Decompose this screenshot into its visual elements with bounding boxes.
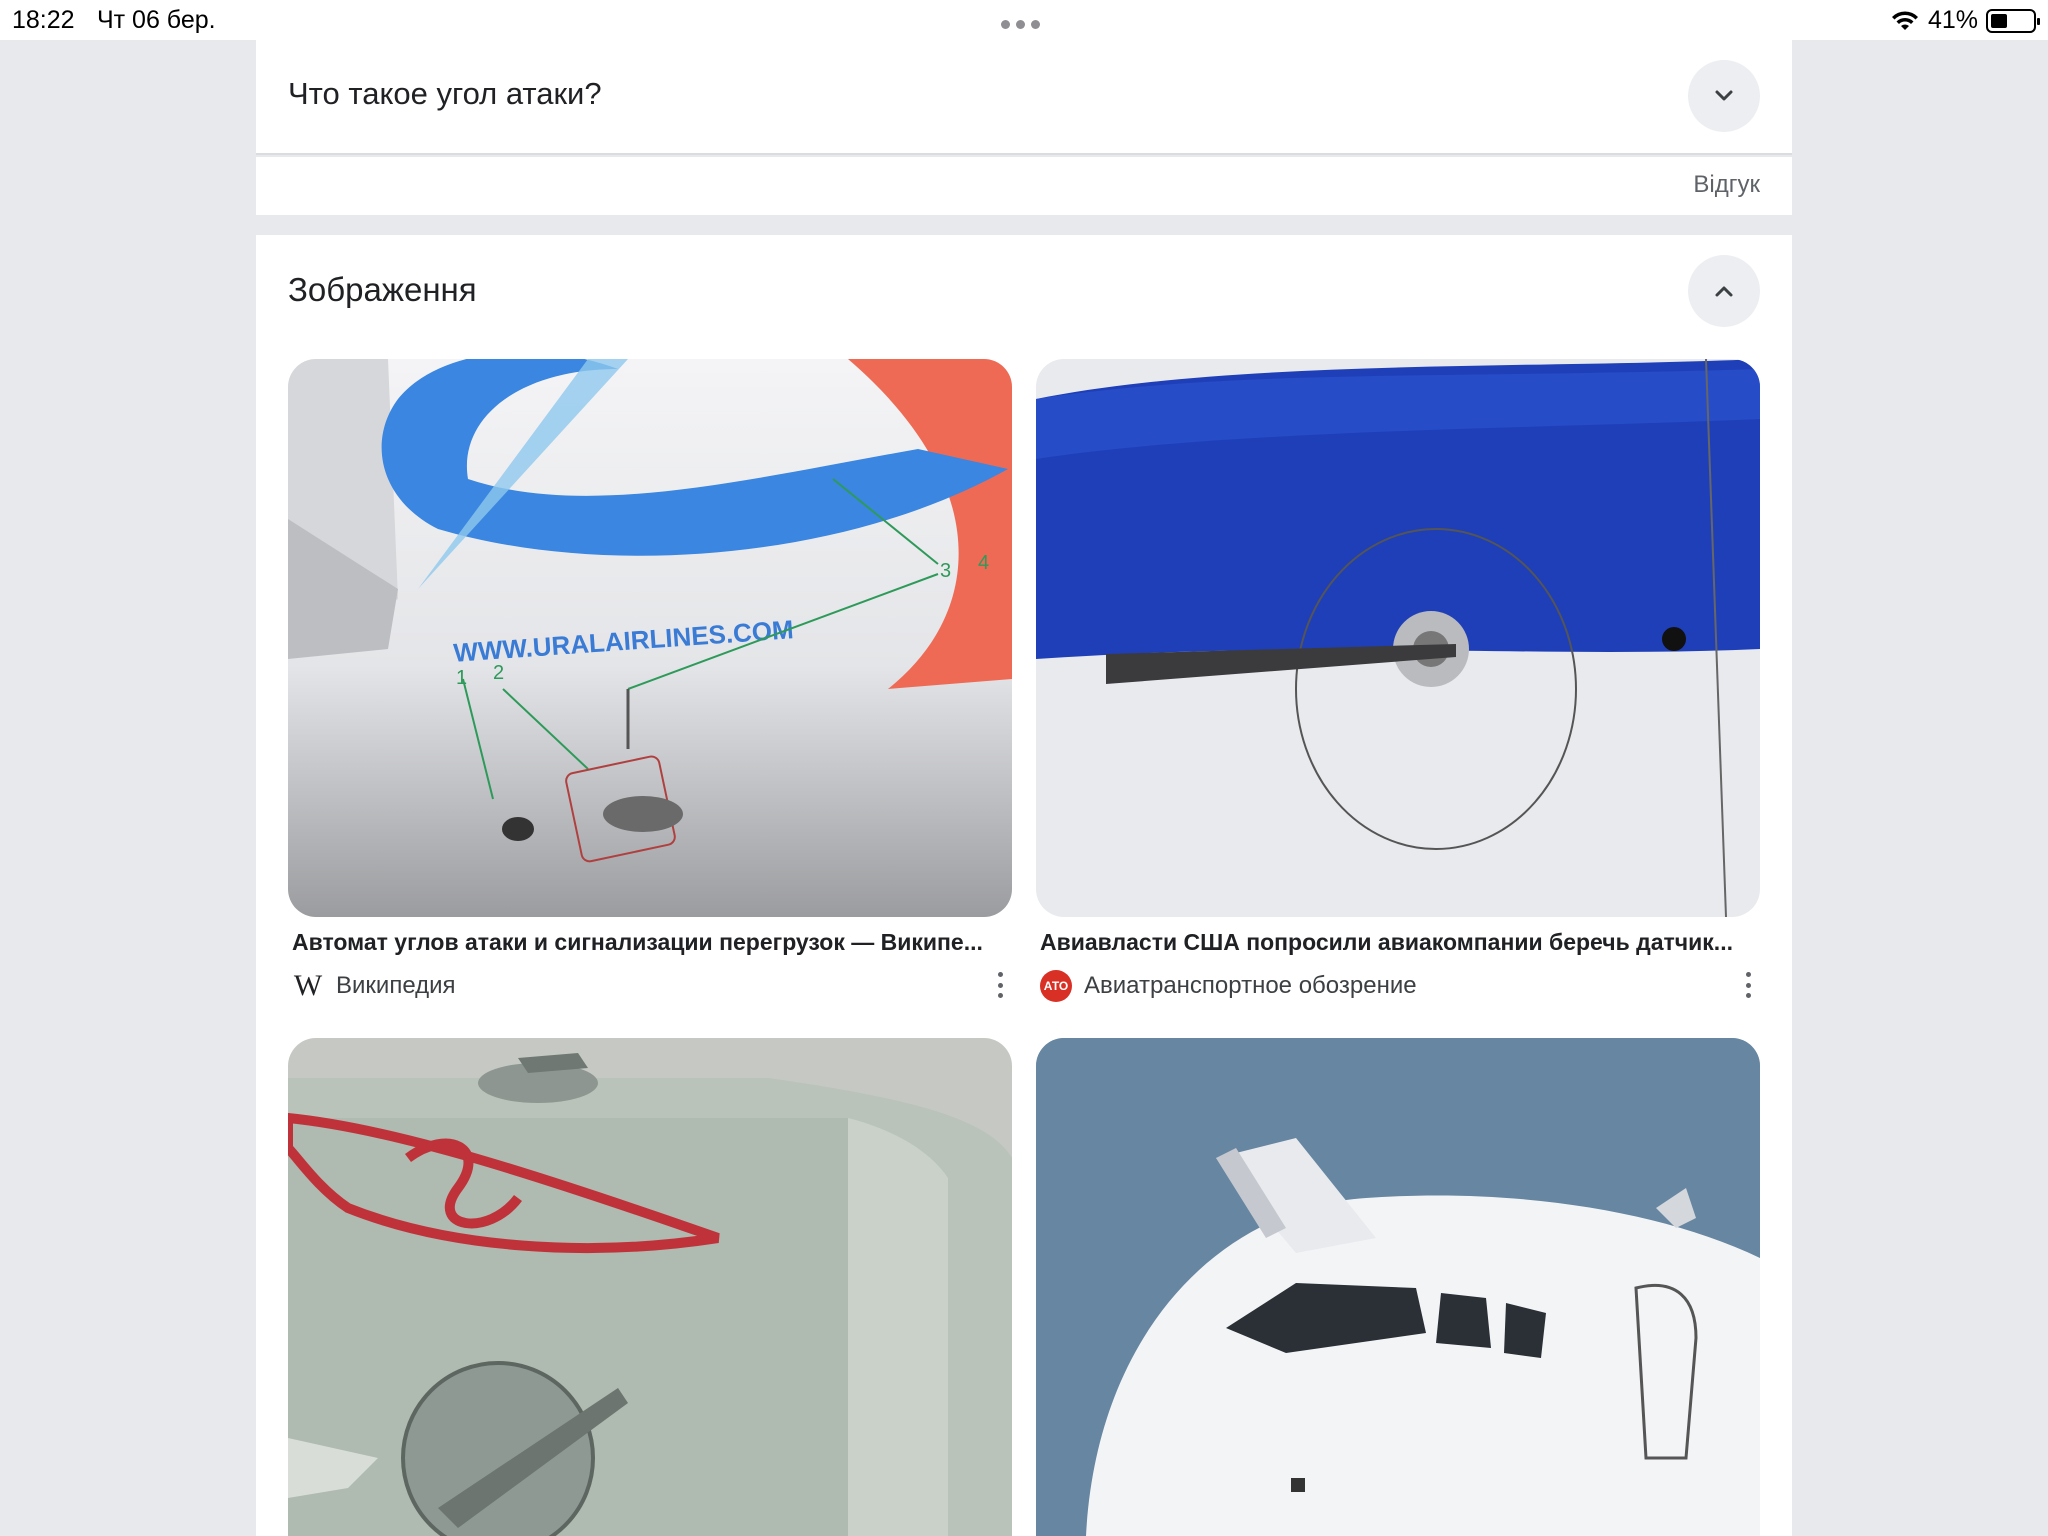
image-thumbnail[interactable] (288, 1038, 1012, 1536)
battery-icon (1986, 8, 2040, 33)
battery-percent: 41% (1927, 6, 1978, 34)
image-thumbnail[interactable] (1036, 1038, 1760, 1536)
svg-text:2: 2 (493, 662, 504, 684)
more-options-icon[interactable] (1744, 972, 1752, 998)
image-result[interactable]: Авиавласти США попросили авиакомпании бе… (1036, 359, 1760, 1002)
status-date: Чт 06 бер. (97, 6, 216, 34)
svg-text:3: 3 (940, 560, 951, 582)
image-thumbnail[interactable] (1036, 359, 1760, 917)
image-result[interactable] (288, 1038, 1012, 1536)
svg-text:4: 4 (978, 552, 989, 574)
image-caption[interactable]: Авиавласти США попросили авиакомпании бе… (1040, 929, 1745, 956)
wifi-icon (1891, 10, 1918, 30)
feedback-link[interactable]: Відгук (1693, 171, 1760, 199)
expand-button[interactable] (1688, 60, 1760, 132)
status-right: 41% (1890, 6, 2040, 35)
collapse-button[interactable] (1688, 255, 1760, 327)
svg-text:1: 1 (456, 667, 467, 689)
section-title: Зображення (288, 271, 477, 308)
chevron-down-icon (1715, 90, 1733, 101)
source-name[interactable]: Википедия (336, 972, 456, 1000)
image-result[interactable] (1036, 1038, 1760, 1536)
wikipedia-logo-icon: W (293, 969, 323, 1002)
chevron-up-icon (1715, 286, 1733, 297)
feedback-bar: Відгук (256, 157, 1792, 215)
status-bar: 18:22 Чт 06 бер. 41% (0, 0, 2048, 40)
people-also-ask-item[interactable]: Что такое угол атаки? (256, 40, 1792, 155)
multitasking-dots-icon[interactable] (1001, 20, 1040, 29)
status-time: 18:22 (12, 6, 75, 34)
image-result[interactable]: WWW.URALAIRLINES.COM 3 4 1 2 Автомат угл… (288, 359, 1012, 1002)
image-caption[interactable]: Автомат углов атаки и сигнализации перег… (292, 929, 997, 956)
image-source: АТО Авиатранспортное обозрение (1036, 970, 1760, 1002)
question-text[interactable]: Что такое угол атаки? (288, 76, 602, 112)
more-options-icon[interactable] (996, 972, 1004, 998)
images-section: Зображення WWW.URALAIRLINES.COM 3 4 1 2 … (256, 235, 1792, 1536)
image-source: W Википедия (288, 969, 1012, 1002)
image-thumbnail[interactable]: WWW.URALAIRLINES.COM 3 4 1 2 (288, 359, 1012, 917)
ato-logo-icon: АТО (1040, 970, 1072, 1002)
source-name[interactable]: Авиатранспортное обозрение (1084, 972, 1417, 1000)
